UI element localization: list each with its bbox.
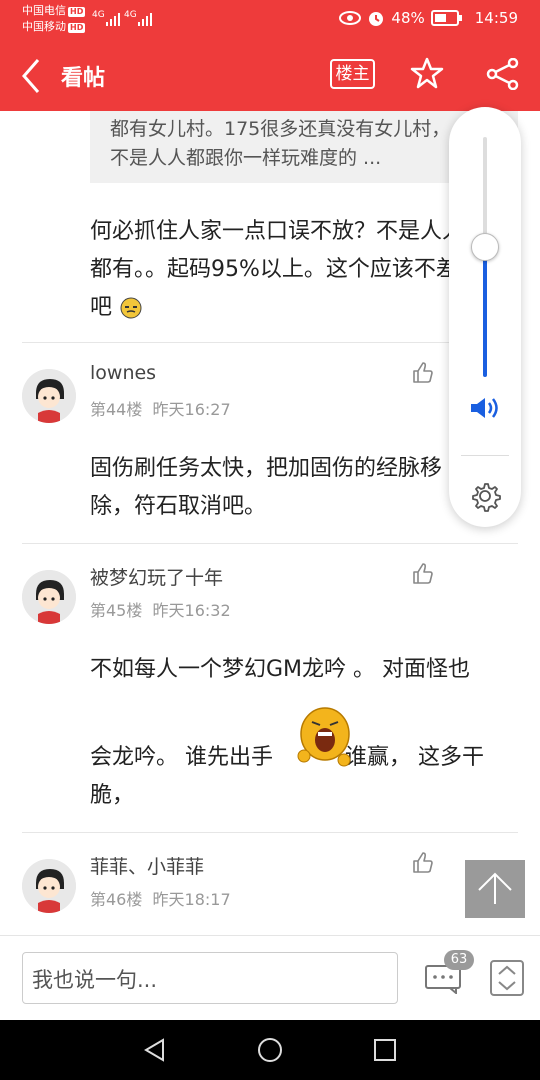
avatar-girl-icon [22, 570, 76, 624]
divider [461, 455, 509, 456]
battery-percent: 48% [391, 9, 425, 27]
signal-icon [106, 13, 120, 26]
username[interactable]: 被梦幻玩了十年 [90, 563, 223, 590]
arrow-up-icon [478, 872, 512, 904]
app-header: 看帖 楼主 [0, 40, 540, 111]
volume-fill [483, 247, 487, 377]
avatar[interactable] [22, 570, 76, 624]
sweat-emoji-icon [120, 297, 142, 319]
thumbs-up-icon[interactable] [411, 361, 435, 385]
divider [22, 543, 518, 544]
battery-icon [430, 10, 462, 26]
clock: 14:59 [474, 9, 518, 27]
carrier-info: 中国电信 HD 中国移动 HD [22, 3, 86, 35]
text-line: 不如每人一个梦幻GM龙吟 。 对面怪也 [90, 657, 471, 682]
carrier-2: 中国移动 [22, 20, 66, 33]
floor-number: 第45楼 [90, 601, 143, 620]
text-fragment: 谁赢， 这多干 [345, 745, 484, 770]
floor-info: 第45楼 昨天16:32 [90, 597, 231, 621]
divider [22, 832, 518, 833]
back-to-top-button[interactable] [465, 860, 525, 918]
share-icon[interactable] [486, 58, 520, 90]
network-type: 4G [92, 10, 105, 20]
comment-input[interactable]: 我也说一句... [22, 952, 398, 1004]
post-time: 昨天18:17 [152, 890, 231, 909]
only-op-button[interactable]: 楼主 [330, 59, 375, 89]
text-fragment: 会龙吟。 谁先出手 [90, 745, 273, 770]
page-nav-icon[interactable] [490, 960, 524, 996]
back-icon[interactable] [18, 56, 46, 96]
hd-badge: HD [68, 23, 86, 33]
post-time: 昨天16:32 [152, 601, 231, 620]
username[interactable]: 菲菲、小菲菲 [90, 852, 204, 879]
eye-icon [339, 11, 362, 25]
username[interactable]: lownes [90, 362, 156, 384]
nav-home-icon[interactable] [257, 1037, 283, 1063]
favorite-star-icon[interactable] [410, 56, 444, 90]
hd-badge: HD [68, 7, 86, 17]
comment-bar: 我也说一句... 63 [0, 935, 540, 1020]
comment-count-badge: 63 [444, 950, 474, 970]
avatar[interactable] [22, 859, 76, 913]
floor-info: 第44楼 昨天16:27 [90, 396, 231, 420]
avatar-girl-icon [22, 859, 76, 913]
system-nav-bar [0, 1020, 540, 1080]
network-type-2: 4G [124, 10, 137, 20]
alarm-icon [369, 12, 384, 26]
carrier-1: 中国电信 [22, 4, 66, 17]
speaker-icon[interactable] [469, 395, 501, 421]
volume-slider-handle[interactable] [471, 233, 499, 261]
text-fragment: 吧 [90, 295, 113, 320]
crying-emoji-icon [297, 707, 351, 767]
floor-info: 第46楼 昨天18:17 [90, 886, 231, 910]
page-title: 看帖 [61, 66, 106, 91]
reply-text: 不如每人一个梦幻GM龙吟 。 对面怪也 [90, 651, 520, 689]
avatar-girl-icon [22, 369, 76, 423]
floor-number: 第46楼 [90, 890, 143, 909]
divider [22, 342, 518, 343]
gear-icon[interactable] [468, 479, 502, 513]
floor-number: 第44楼 [90, 400, 143, 419]
thumbs-up-icon[interactable] [411, 562, 435, 586]
status-bar: 中国电信 HD 中国移动 HD 4G 4G 48% 14:59 [0, 0, 540, 40]
nav-recents-icon[interactable] [372, 1037, 398, 1063]
thumbs-up-icon[interactable] [411, 851, 435, 875]
text-line: 脆， [90, 783, 135, 808]
post-time: 昨天16:27 [152, 400, 231, 419]
nav-back-icon[interactable] [142, 1037, 168, 1063]
avatar[interactable] [22, 369, 76, 423]
volume-panel[interactable] [449, 107, 521, 527]
signal-icon-2 [138, 13, 152, 26]
